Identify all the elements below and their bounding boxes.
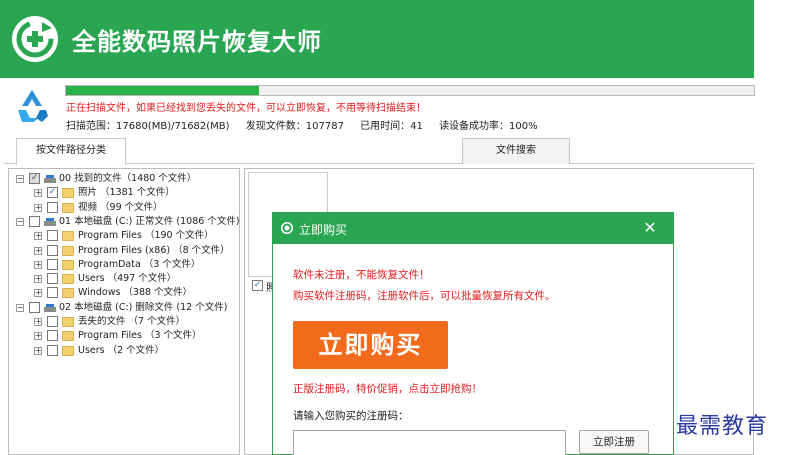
files-found: 发现文件数：107787: [245, 121, 344, 132]
tree-checkbox[interactable]: [47, 201, 58, 213]
purchase-hint: 购买软件注册码，注册软件后，可以批量恢复所有文件。: [293, 290, 556, 302]
tree-label: Users （497 个文件）: [78, 273, 177, 285]
tree-checkbox[interactable]: [29, 215, 40, 227]
expand-icon[interactable]: +: [34, 203, 42, 212]
expand-icon[interactable]: +: [34, 318, 42, 326]
folder-icon: [62, 231, 74, 242]
read-success-rate: 读设备成功率：100%: [439, 121, 538, 132]
tree-checkbox[interactable]: [29, 301, 40, 313]
tree-checkbox[interactable]: [47, 258, 58, 270]
tree-label: Windows （388 个文件）: [78, 287, 193, 299]
close-icon[interactable]: ✕: [641, 219, 659, 237]
folder-icon: [62, 288, 74, 299]
promo-link[interactable]: 正版注册码，特价促销，点击立即抢购！: [293, 381, 482, 396]
tree-checkbox[interactable]: ✓: [47, 187, 58, 199]
tree-checkbox[interactable]: [47, 244, 58, 256]
folder-icon: [62, 202, 74, 213]
dialog-title: 立即购买: [299, 223, 348, 237]
expand-icon[interactable]: +: [34, 332, 42, 341]
tree-label: 00 找到的文件（1480 个文件）: [59, 173, 197, 184]
elapsed-time: 已用时间：41: [360, 121, 423, 132]
app-logo-icon: [12, 16, 58, 62]
tree-checkbox[interactable]: [47, 330, 58, 342]
expand-icon[interactable]: +: [34, 346, 42, 355]
register-button[interactable]: 立即注册: [579, 430, 649, 454]
expand-icon[interactable]: +: [34, 260, 42, 269]
scan-progress-bar: [65, 85, 755, 96]
tree-label: 02 本地磁盘 (C:) 删除文件 (12 个文件): [59, 301, 228, 313]
thumbnail-checkbox[interactable]: ✓: [252, 280, 263, 291]
tree-checkbox[interactable]: [47, 287, 58, 299]
folder-icon: [62, 331, 74, 342]
tree-label: 照片 （1381 个文件）: [78, 187, 175, 199]
scan-stats: 扫描范围：17680(MB)/71682(MB) 发现文件数：107787 已用…: [66, 117, 551, 132]
drive-icon: [44, 303, 56, 313]
app-header: 全能数码照片恢复大师: [0, 0, 754, 78]
watermark: 最需教育: [676, 414, 769, 439]
unregistered-warning: 软件未注册，不能恢复文件！: [293, 269, 430, 281]
tree-checkbox[interactable]: [47, 273, 58, 285]
tree-label: 丢失的文件 （7 个文件）: [78, 316, 186, 327]
tree-label: Users （2 个文件）: [78, 344, 165, 356]
expand-icon[interactable]: +: [34, 189, 42, 198]
tree-checkbox[interactable]: [47, 230, 58, 242]
tree-label: 视频 （99 个文件）: [78, 201, 163, 213]
drive-icon: [44, 174, 56, 184]
folder-icon: [62, 345, 74, 356]
collapse-icon[interactable]: −: [16, 175, 24, 183]
purchase-dialog: 立即购买 ✕ 软件未注册，不能恢复文件！ 购买软件注册码，注册软件后，可以批量恢…: [272, 212, 674, 455]
collapse-icon[interactable]: −: [16, 303, 24, 312]
folder-icon: [62, 188, 74, 199]
scan-status-message: 正在扫描文件，如果已经找到您丢失的文件，可以立即恢复，不用等待扫描结束！: [66, 103, 426, 114]
buy-now-button[interactable]: 立即购买: [293, 321, 448, 369]
tree-label: ProgramData （3 个文件）: [78, 258, 201, 270]
tree-checkbox[interactable]: [47, 316, 58, 327]
reg-code-label: 请输入您购买的注册码：: [293, 410, 409, 422]
tree-label: Program Files (x86) （8 个文件）: [78, 244, 230, 256]
app-title: 全能数码照片恢复大师: [72, 28, 322, 56]
dialog-header: 立即购买 ✕: [273, 213, 673, 244]
expand-icon[interactable]: +: [34, 275, 42, 284]
collapse-icon[interactable]: −: [16, 217, 24, 226]
tree-label: Program Files （190 个文件）: [78, 230, 214, 242]
reg-code-input[interactable]: [293, 430, 566, 455]
tree-checkbox[interactable]: ✓: [29, 173, 40, 184]
folder-icon: [62, 245, 74, 256]
expand-icon[interactable]: +: [34, 289, 42, 298]
tab-file-search[interactable]: 文件搜索: [462, 138, 570, 164]
recycle-icon: [12, 86, 52, 126]
file-tree[interactable]: − ✓ 00 找到的文件（1480 个文件） + ✓ 照片 （1381 个文件） + 视频 （…: [8, 168, 240, 455]
tree-label: Program Files （3 个文件）: [78, 330, 202, 342]
tree-checkbox[interactable]: [47, 344, 58, 356]
recycle-icon: [280, 221, 294, 235]
scan-range: 扫描范围：17680(MB)/71682(MB): [66, 121, 230, 132]
folder-icon: [62, 317, 74, 327]
drive-icon: [44, 217, 56, 227]
folder-icon: [62, 274, 74, 285]
folder-icon: [62, 259, 74, 270]
tree-label: 01 本地磁盘 (C:) 正常文件 (1086 个文件): [59, 215, 240, 227]
scan-progress-fill: [66, 86, 259, 95]
tab-path-classify[interactable]: 按文件路径分类: [16, 138, 126, 165]
expand-icon[interactable]: +: [34, 232, 42, 241]
expand-icon[interactable]: +: [34, 246, 42, 255]
